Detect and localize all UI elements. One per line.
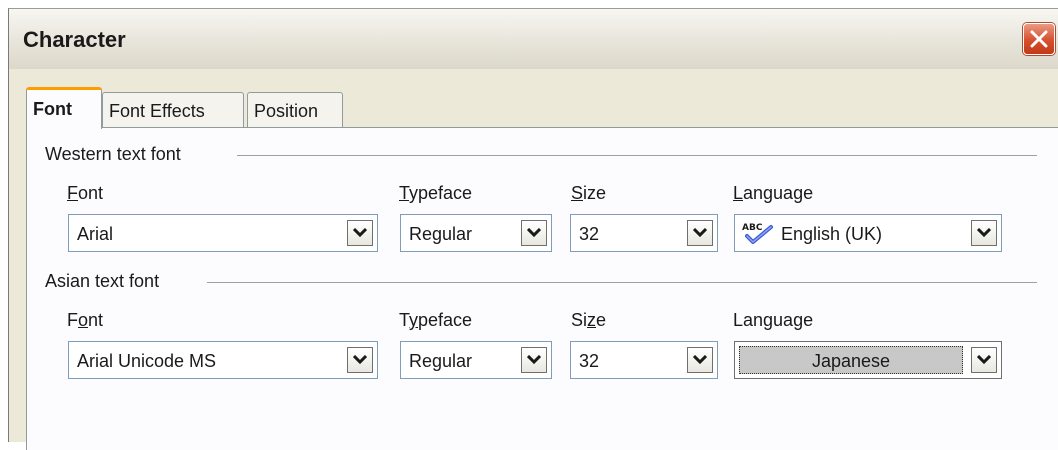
asian-language-value: Japanese [811, 351, 891, 371]
western-language-label: Language [733, 183, 813, 204]
asian-typeface-label-key: y [409, 310, 419, 330]
chevron-down-icon [527, 228, 541, 238]
western-font-value: Arial [77, 224, 114, 244]
western-size-combo[interactable]: 32 [570, 214, 718, 252]
tab-font-effects[interactable]: Font Effects [102, 92, 244, 128]
asian-typeface-combo[interactable]: Regular [400, 341, 552, 379]
asian-font-label: Font [67, 310, 103, 331]
western-typeface-combo[interactable]: Regular [400, 214, 552, 252]
western-language-label-rest: anguage [743, 183, 814, 203]
chevron-down-icon [693, 355, 707, 365]
western-size-value: 32 [579, 224, 600, 244]
western-language-value: English (UK) [781, 224, 883, 244]
western-size-dropdown-button[interactable] [687, 220, 713, 246]
asian-size-label-pre: Si [571, 310, 588, 330]
asian-font-label-key: o [78, 310, 89, 330]
chevron-down-icon [353, 228, 367, 238]
western-font-label-rest: ont [78, 183, 104, 203]
asian-font-label-pre: F [67, 310, 78, 330]
asian-size-label: Size [571, 310, 606, 331]
asian-size-label-key: z [587, 310, 597, 330]
western-font-dropdown-button[interactable] [347, 220, 373, 246]
spellcheck-abc-icon: ABC [742, 223, 773, 244]
western-font-label: Font [67, 183, 103, 204]
western-typeface-label-key: T [399, 183, 410, 203]
tab-position-label: Position [254, 101, 319, 121]
asian-section-title: Asian text font [45, 271, 166, 292]
western-size-label-key: S [571, 183, 584, 203]
dialog-title: Character [23, 27, 126, 52]
tab-font-label: Font [33, 99, 72, 119]
chevron-down-icon [693, 228, 707, 238]
character-dialog: Character Font Font Effects Position Wes… [8, 8, 1058, 450]
asian-size-label-rest: e [596, 310, 607, 330]
asian-section-divider [207, 282, 1037, 283]
western-font-combo[interactable]: Arial [68, 214, 378, 252]
chevron-down-icon [353, 355, 367, 365]
asian-font-label-rest: nt [88, 310, 104, 330]
asian-typeface-label-rest: peface [418, 310, 473, 330]
asian-font-dropdown-button[interactable] [347, 347, 373, 373]
chevron-down-icon [527, 355, 541, 365]
asian-typeface-value: Regular [409, 351, 473, 371]
western-size-label: Size [571, 183, 606, 204]
western-typeface-dropdown-button[interactable] [521, 220, 547, 246]
close-button[interactable] [1023, 23, 1055, 55]
asian-language-dropdown-button[interactable] [971, 347, 997, 373]
western-section-divider [237, 155, 1037, 156]
asian-typeface-dropdown-button[interactable] [521, 347, 547, 373]
western-size-label-rest: ize [583, 183, 607, 203]
asian-language-combo[interactable]: Japanese [734, 341, 1002, 379]
tab-font-effects-label: Font Effects [109, 101, 205, 121]
western-typeface-label-rest: ypeface [409, 183, 473, 203]
title-bar[interactable]: Character [9, 9, 1058, 69]
asian-typeface-label-pre: T [399, 310, 410, 330]
western-typeface-label: Typeface [399, 183, 472, 204]
western-font-label-key: F [67, 183, 78, 203]
chevron-down-icon [977, 228, 991, 238]
western-language-label-key: L [733, 183, 744, 203]
svg-text:ABC: ABC [742, 223, 763, 233]
asian-language-label: Language [733, 310, 814, 330]
asian-size-dropdown-button[interactable] [687, 347, 713, 373]
asian-font-combo[interactable]: Arial Unicode MS [68, 341, 378, 379]
asian-size-combo[interactable]: 32 [570, 341, 718, 379]
asian-font-value: Arial Unicode MS [77, 351, 217, 371]
tab-position[interactable]: Position [247, 92, 343, 128]
western-section-title: Western text font [45, 144, 187, 165]
asian-size-value: 32 [579, 351, 600, 371]
tab-font[interactable]: Font [26, 87, 102, 129]
western-language-combo[interactable]: ABC English (UK) [734, 214, 1002, 252]
western-typeface-value: Regular [409, 224, 473, 244]
font-tab-panel: Western text font Font Typeface Size Lan… [26, 127, 1058, 450]
western-language-dropdown-button[interactable] [971, 220, 997, 246]
asian-typeface-label: Typeface [399, 310, 472, 331]
chevron-down-icon [977, 355, 991, 365]
asian-language-selection-highlight: Japanese [739, 346, 963, 374]
close-icon [1030, 30, 1048, 48]
